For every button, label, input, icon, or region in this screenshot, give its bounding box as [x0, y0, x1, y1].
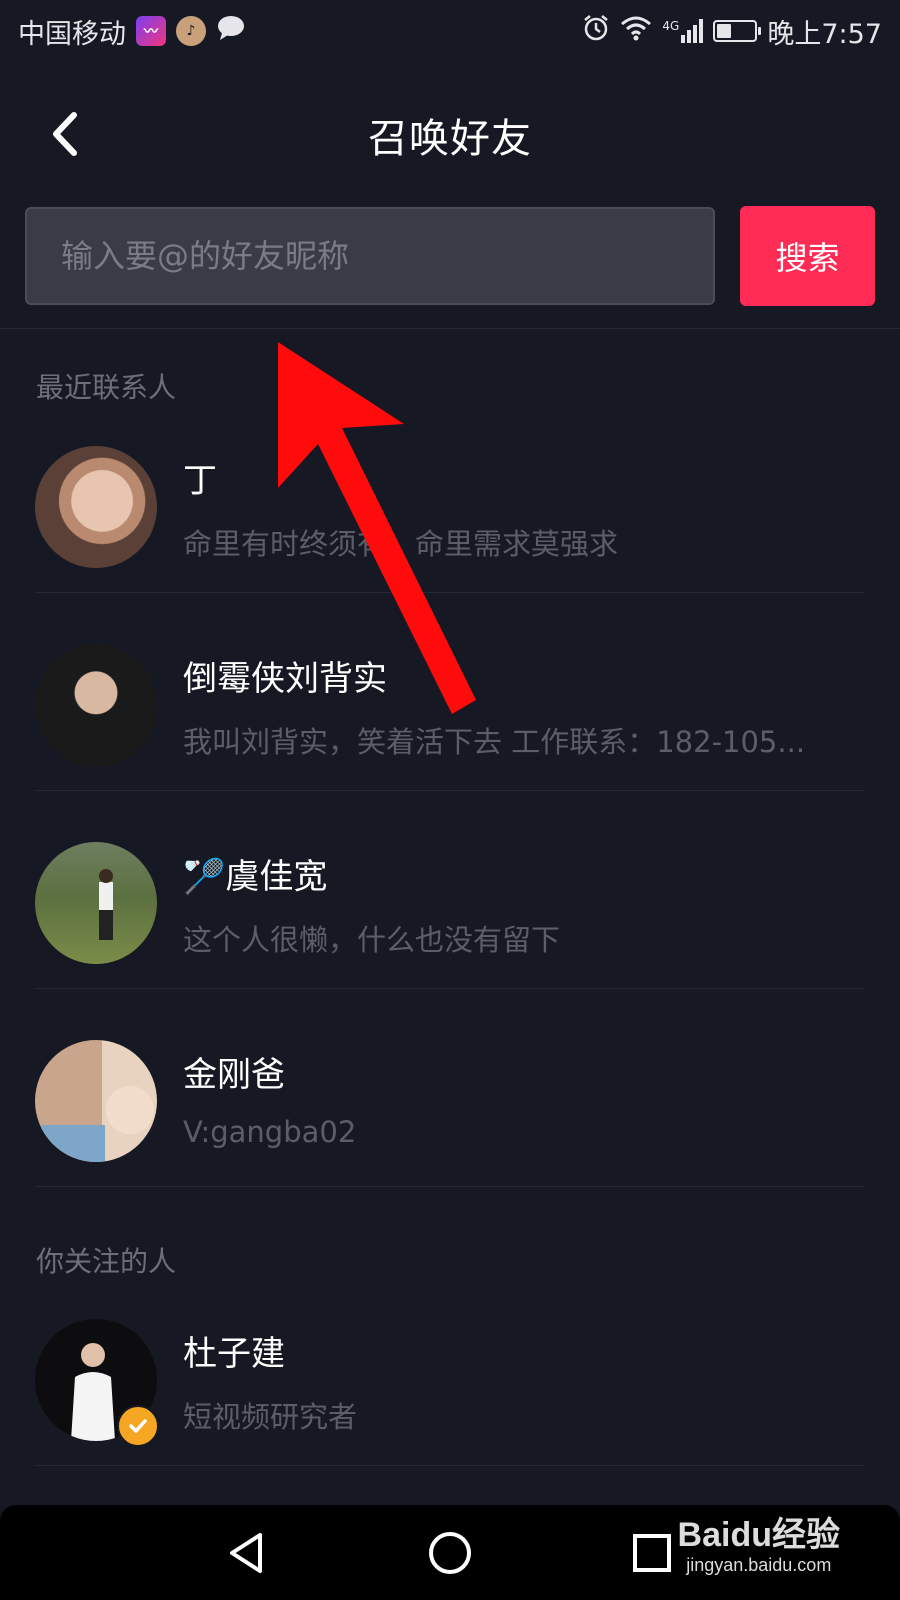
avatar — [35, 1040, 157, 1162]
watermark-logo: Baidu经验 — [677, 1516, 840, 1554]
contact-item[interactable]: 丁 命里有时终须有，命里需求莫强求 — [0, 395, 900, 593]
divider — [35, 1465, 865, 1466]
watermark-url: jingyan.baidu.com — [686, 1555, 832, 1575]
contact-name: 金刚爸 — [183, 1055, 285, 1095]
search-button[interactable]: 搜索 — [740, 206, 875, 306]
mv-app-icon: 〰 — [136, 16, 166, 46]
contact-bio: 我叫刘背实，笑着活下去 工作联系：182-105... — [183, 725, 806, 759]
search-bar: 搜索 — [25, 206, 875, 307]
contact-bio: V:gangba02 — [183, 1115, 357, 1149]
avatar — [35, 842, 157, 964]
avatar — [35, 446, 157, 568]
header: 召唤好友 — [0, 80, 900, 190]
back-triangle-icon[interactable] — [222, 1527, 274, 1579]
recents-square-icon[interactable] — [626, 1527, 678, 1579]
status-bar: 中国移动 〰 ♪ 4G 晚上7:57 — [0, 0, 900, 62]
contact-name: 倒霉侠刘背实 — [183, 659, 387, 699]
contact-item[interactable]: 杜子建 短视频研究者 — [0, 1268, 900, 1466]
avatar — [35, 644, 157, 766]
wifi-icon — [620, 15, 652, 48]
carrier-name: 中国移动 — [18, 18, 126, 50]
contact-bio: 命里有时终须有，命里需求莫强求 — [183, 527, 619, 561]
contact-name: 杜子建 — [183, 1334, 285, 1374]
home-circle-icon[interactable] — [424, 1527, 476, 1579]
contact-bio: 这个人很懒，什么也没有留下 — [183, 923, 561, 957]
battery-icon — [713, 20, 762, 42]
watermark: Baidu经验 jingyan.baidu.com — [678, 1515, 840, 1576]
search-input[interactable] — [25, 207, 715, 305]
divider — [35, 1186, 865, 1187]
clock: 晚上7:57 — [767, 18, 882, 50]
network-type: 4G — [662, 19, 680, 33]
contact-item[interactable]: 金刚爸 V:gangba02 — [0, 989, 900, 1187]
divider — [0, 328, 900, 329]
page-title: 召唤好友 — [368, 116, 532, 162]
tiktok-icon: ♪ — [176, 16, 206, 46]
contact-item[interactable]: 🏸虞佳宽 这个人很懒，什么也没有留下 — [0, 791, 900, 989]
contact-name: 丁 — [183, 461, 217, 501]
signal-icon — [681, 19, 704, 43]
message-icon — [216, 15, 246, 48]
contact-name: 🏸虞佳宽 — [183, 857, 328, 897]
contact-item[interactable]: 倒霉侠刘背实 我叫刘背实，笑着活下去 工作联系：182-105... — [0, 593, 900, 791]
navigation-bar: Baidu经验 jingyan.baidu.com — [0, 1505, 900, 1600]
contact-bio: 短视频研究者 — [183, 1400, 358, 1434]
alarm-icon — [582, 14, 610, 49]
verified-badge-icon — [117, 1405, 159, 1447]
